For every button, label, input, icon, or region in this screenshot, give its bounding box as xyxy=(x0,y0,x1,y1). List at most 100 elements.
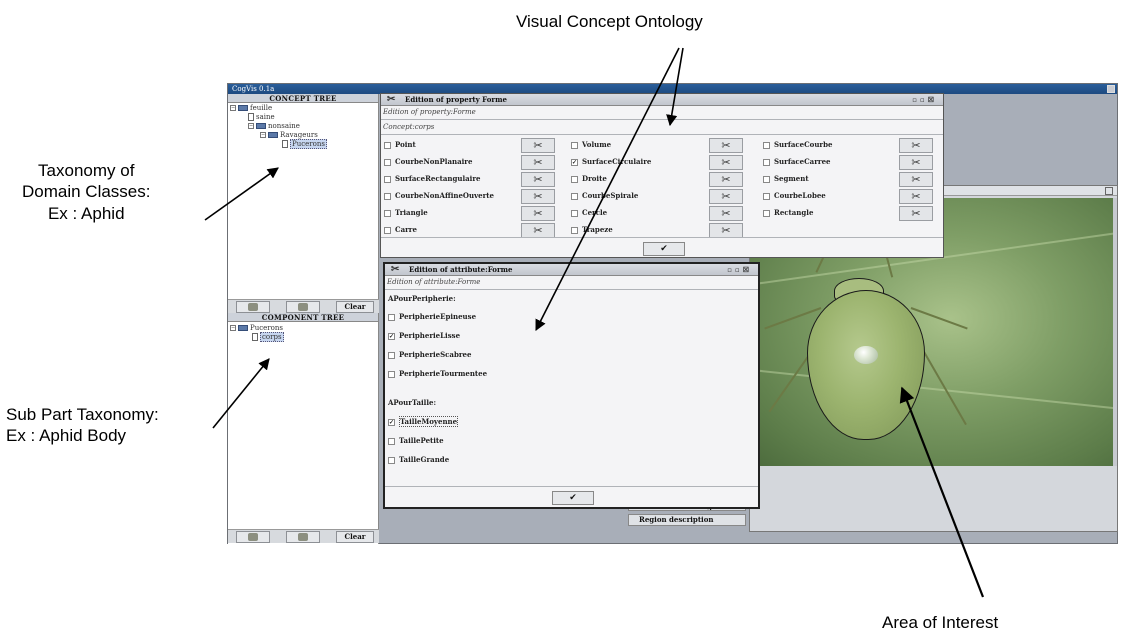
property-checkbox[interactable] xyxy=(763,192,770,200)
tree-node-nonsaine[interactable]: − nonsaine xyxy=(248,122,300,130)
collapse-toggle-icon[interactable]: − xyxy=(248,123,254,129)
tree-node-ravageurs[interactable]: − Ravageurs xyxy=(260,131,318,139)
property-ok-button[interactable]: ✔ xyxy=(643,242,685,256)
property-option[interactable]: Point xyxy=(384,140,416,149)
property-option[interactable]: Carre xyxy=(384,225,417,234)
property-option[interactable]: Rectangle xyxy=(763,208,813,217)
edit-property-button[interactable]: ✂ xyxy=(709,172,743,187)
property-option[interactable]: CourbeNonPlanaire xyxy=(384,157,472,166)
clear-button[interactable]: Clear xyxy=(336,301,374,313)
edit-property-button[interactable]: ✂ xyxy=(521,155,555,170)
edit-property-button[interactable]: ✂ xyxy=(899,189,933,204)
attribute-checkbox[interactable] xyxy=(388,437,395,445)
property-checkbox[interactable] xyxy=(384,141,391,149)
group-peripherie: APourPeripherie: xyxy=(388,294,456,303)
close-icon[interactable] xyxy=(1105,187,1113,195)
divider xyxy=(385,289,758,290)
attribute-checkbox[interactable]: ✓ xyxy=(388,332,395,340)
property-option[interactable]: Cercle xyxy=(571,208,607,217)
property-checkbox[interactable] xyxy=(763,158,770,166)
edit-property-button[interactable]: ✂ xyxy=(521,172,555,187)
attribute-checkbox[interactable] xyxy=(388,313,395,321)
window-close-icon[interactable] xyxy=(1107,85,1115,93)
property-checkbox[interactable] xyxy=(384,209,391,217)
property-option[interactable]: CourbeLobee xyxy=(763,191,826,200)
edit-property-button[interactable]: ✂ xyxy=(521,206,555,221)
tree-node-corps[interactable]: corps xyxy=(252,332,284,342)
edit-property-button[interactable]: ✂ xyxy=(521,189,555,204)
property-option[interactable]: Segment xyxy=(763,174,809,183)
property-checkbox[interactable] xyxy=(571,175,578,183)
property-checkbox[interactable] xyxy=(384,226,391,234)
edit-property-button[interactable]: ✂ xyxy=(521,223,555,238)
attribute-checkbox[interactable] xyxy=(388,351,395,359)
property-option[interactable]: CourbeNonAffineOuverte xyxy=(384,191,494,200)
property-checkbox[interactable] xyxy=(763,209,770,217)
tree-node-feuille[interactable]: − feuille xyxy=(230,104,272,112)
property-option[interactable]: CourbeSpirale xyxy=(571,191,638,200)
save-button[interactable] xyxy=(236,301,270,313)
attribute-ok-button[interactable]: ✔ xyxy=(552,491,594,505)
save-icon xyxy=(248,533,258,541)
edit-property-button[interactable]: ✂ xyxy=(899,172,933,187)
property-checkbox[interactable] xyxy=(384,158,391,166)
property-checkbox[interactable]: ✓ xyxy=(571,158,578,166)
property-checkbox[interactable] xyxy=(571,192,578,200)
property-dialog: ✂ Edition of property Forme ▫▫☒ Edition … xyxy=(380,93,944,258)
property-checkbox[interactable] xyxy=(763,175,770,183)
concept-label: Concept:corps xyxy=(383,123,435,131)
edit-property-button[interactable]: ✂ xyxy=(899,206,933,221)
property-option[interactable]: ✓ SurfaceCirculaire xyxy=(571,157,651,166)
attribute-label: PeripherieTourmentee xyxy=(399,369,488,378)
area-of-interest-region[interactable] xyxy=(807,290,925,440)
clear-button[interactable]: Clear xyxy=(336,531,374,543)
tree-node-pucerons-component[interactable]: − Pucerons xyxy=(230,324,283,332)
attribute-option[interactable]: PeripherieEpineuse xyxy=(388,312,476,321)
property-checkbox[interactable] xyxy=(763,141,770,149)
attribute-option[interactable]: PeripherieScabree xyxy=(388,350,471,359)
property-checkbox[interactable] xyxy=(571,209,578,217)
attribute-checkbox[interactable] xyxy=(388,456,395,464)
scissors-icon: ✂ xyxy=(533,224,543,237)
window-controls-icon[interactable]: ▫▫☒ xyxy=(727,266,752,274)
collapse-toggle-icon[interactable]: − xyxy=(260,132,266,138)
property-option[interactable]: Trapeze xyxy=(571,225,613,234)
edit-property-button[interactable]: ✂ xyxy=(521,138,555,153)
collapse-toggle-icon[interactable]: − xyxy=(230,325,236,331)
property-checkbox[interactable] xyxy=(571,141,578,149)
property-option[interactable]: Volume xyxy=(571,140,611,149)
save-button[interactable] xyxy=(236,531,270,543)
edit-property-button[interactable]: ✂ xyxy=(709,206,743,221)
region-description-button[interactable]: Region description xyxy=(628,514,746,526)
tree-node-saine[interactable]: saine xyxy=(248,113,275,121)
attribute-option[interactable]: TailleGrande xyxy=(388,455,449,464)
attribute-option[interactable]: PeripherieTourmentee xyxy=(388,369,487,378)
property-option[interactable]: SurfaceCarree xyxy=(763,157,831,166)
attribute-checkbox[interactable]: ✓ xyxy=(388,418,395,426)
property-checkbox[interactable] xyxy=(571,226,578,234)
property-option[interactable]: SurfaceRectangulaire xyxy=(384,174,480,183)
window-controls-icon[interactable]: ▫▫☒ xyxy=(912,96,937,104)
edit-property-button[interactable]: ✂ xyxy=(709,189,743,204)
property-option[interactable]: SurfaceCourbe xyxy=(763,140,832,149)
attribute-option[interactable]: ✓ TailleMoyenne xyxy=(388,416,459,427)
vertical-scrollbar[interactable] xyxy=(1113,198,1117,466)
tree-node-pucerons[interactable]: Pucerons xyxy=(282,139,327,149)
attribute-option[interactable]: ✓ PeripherieLisse xyxy=(388,331,460,340)
collapse-toggle-icon[interactable]: − xyxy=(230,105,236,111)
edit-property-button[interactable]: ✂ xyxy=(709,155,743,170)
property-dialog-subtitle: Edition of property:Forme xyxy=(383,108,476,116)
property-option[interactable]: Droite xyxy=(571,174,607,183)
edit-property-button[interactable]: ✂ xyxy=(899,155,933,170)
delete-button[interactable] xyxy=(286,531,320,543)
property-checkbox[interactable] xyxy=(384,192,391,200)
edit-property-button[interactable]: ✂ xyxy=(899,138,933,153)
group-taille: APourTaille: xyxy=(388,398,437,407)
edit-property-button[interactable]: ✂ xyxy=(709,138,743,153)
property-checkbox[interactable] xyxy=(384,175,391,183)
edit-property-button[interactable]: ✂ xyxy=(709,223,743,238)
attribute-option[interactable]: TaillePetite xyxy=(388,436,444,445)
delete-button[interactable] xyxy=(286,301,320,313)
attribute-checkbox[interactable] xyxy=(388,370,395,378)
property-option[interactable]: Triangle xyxy=(384,208,428,217)
